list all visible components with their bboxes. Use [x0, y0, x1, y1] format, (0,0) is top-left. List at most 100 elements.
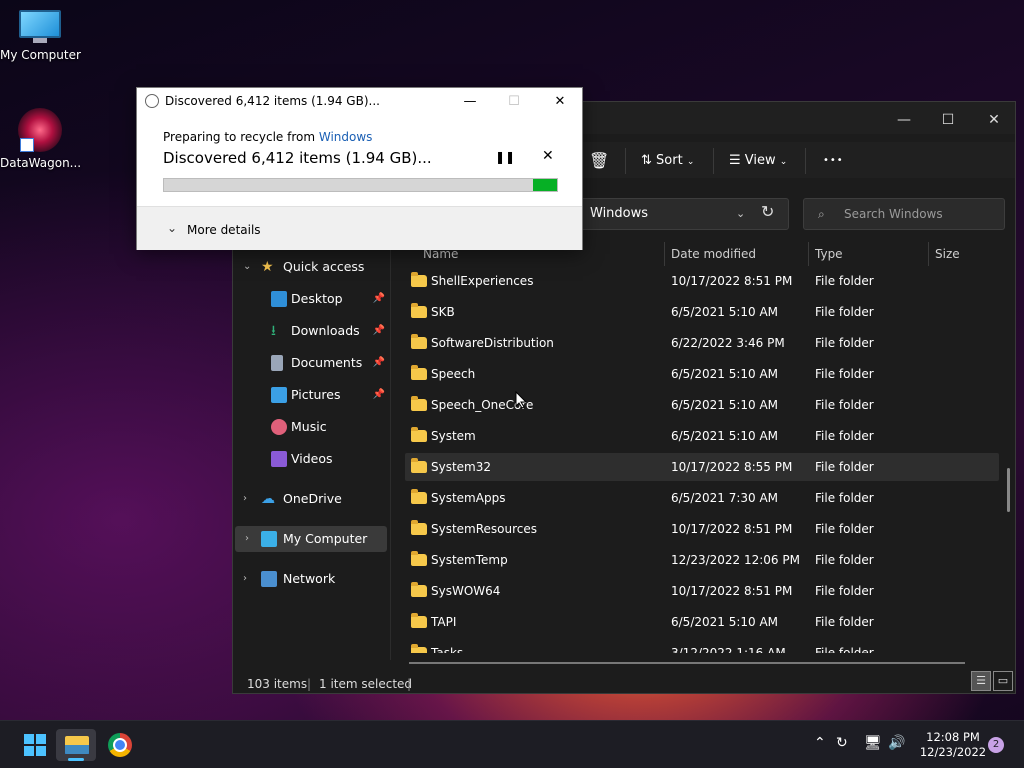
taskbar-clock[interactable]: 12:08 PM 12/23/2022: [918, 730, 988, 760]
file-type: File folder: [815, 615, 874, 629]
nav-item-documents[interactable]: Documents 📌: [233, 350, 389, 376]
table-row[interactable]: SoftwareDistribution 6/22/2022 3:46 PM Fil…: [405, 329, 999, 357]
search-icon: ⌕: [818, 207, 825, 221]
table-row[interactable]: System32 10/17/2022 8:55 PM File folder: [405, 453, 999, 481]
nav-item-downloads[interactable]: ⭳ Downloads 📌: [233, 318, 389, 344]
date-modified: 6/5/2021 5:10 AM: [671, 305, 779, 319]
status-bar: 103 items | 1 item selected |: [233, 674, 1015, 694]
toolbar-divider: [805, 148, 806, 174]
taskbar-chrome[interactable]: [100, 729, 140, 761]
folder-icon: [411, 427, 427, 442]
desktop-icon-my-computer[interactable]: My Computer: [0, 10, 81, 62]
dialog-close-button[interactable]: ✕: [545, 92, 575, 112]
table-row[interactable]: System 6/5/2021 5:10 AM File folder: [405, 422, 999, 450]
pictures-icon: [271, 387, 287, 403]
column-header-size[interactable]: Size: [935, 242, 960, 266]
table-row[interactable]: SystemResources 10/17/2022 8:51 PM File fo…: [405, 515, 999, 543]
table-row[interactable]: Speech 6/5/2021 5:10 AM File folder: [405, 360, 999, 388]
status-divider: |: [307, 677, 312, 691]
date-modified: 6/5/2021 5:10 AM: [671, 429, 779, 443]
pin-icon[interactable]: 📌: [373, 382, 385, 408]
view-button[interactable]: ☰ View ⌄: [729, 150, 787, 172]
item-count: 103 items: [247, 677, 308, 691]
sync-icon[interactable]: ↻: [836, 735, 848, 751]
search-input[interactable]: ⌕ Search Windows: [803, 198, 1005, 230]
nav-item-network[interactable]: › Network: [233, 566, 389, 592]
nav-item-music[interactable]: Music: [233, 414, 389, 440]
maximize-button[interactable]: ☐: [925, 108, 971, 132]
notification-badge[interactable]: 2: [988, 737, 1004, 753]
column-header-date[interactable]: Date modified: [671, 242, 756, 266]
status-divider: |: [407, 677, 412, 691]
column-divider[interactable]: [928, 242, 929, 266]
pin-icon[interactable]: 📌: [373, 318, 385, 344]
table-row[interactable]: SystemApps 6/5/2021 7:30 AM File folder: [405, 484, 999, 512]
chevron-right-icon: ›: [243, 573, 247, 584]
column-header-type[interactable]: Type: [815, 242, 843, 266]
computer-icon: [261, 531, 277, 547]
chevron-up-icon[interactable]: ⌃: [814, 735, 826, 751]
start-button[interactable]: [12, 729, 52, 761]
more-options-button[interactable]: •••: [823, 150, 844, 172]
horizontal-scrollbar[interactable]: [409, 662, 965, 664]
nav-item-my-computer[interactable]: › My Computer: [235, 526, 387, 552]
details-view-button[interactable]: ☰: [971, 671, 991, 691]
file-type: File folder: [815, 336, 874, 350]
table-row[interactable]: TAPI 6/5/2021 5:10 AM File folder: [405, 608, 999, 636]
nav-label: My Computer: [283, 531, 368, 546]
windows-logo-icon: [24, 734, 46, 756]
address-dropdown-icon[interactable]: ⌄: [736, 199, 745, 229]
dialog-minimize-button[interactable]: —: [455, 92, 485, 112]
cancel-button[interactable]: ✕: [542, 148, 554, 164]
table-row[interactable]: ShellExperiences 10/17/2022 8:51 PM File f…: [405, 267, 999, 295]
nav-label: Quick access: [283, 259, 365, 274]
view-icon: ☰: [729, 153, 741, 168]
more-details-button[interactable]: More details: [187, 223, 261, 237]
tiles-view-button[interactable]: ▭: [993, 671, 1013, 691]
network-icon[interactable]: 🖥: [864, 735, 882, 751]
nav-item-desktop[interactable]: Desktop 📌: [233, 286, 389, 312]
date-modified: 6/5/2021 5:10 AM: [671, 398, 779, 412]
recycle-progress-dialog: Discovered 6,412 items (1.94 GB)... — ☐ …: [136, 87, 583, 250]
active-indicator: [68, 758, 84, 761]
pin-icon[interactable]: 📌: [373, 350, 385, 376]
vertical-scrollbar[interactable]: [1007, 468, 1010, 512]
table-row[interactable]: Tasks 3/12/2022 1:16 AM File folder: [405, 639, 999, 653]
progress-fill: [164, 179, 534, 191]
dialog-titlebar[interactable]: Discovered 6,412 items (1.94 GB)... — ☐ …: [137, 88, 582, 116]
desktop-icon-datawagon[interactable]: DataWagon...: [0, 108, 81, 170]
minimize-button[interactable]: —: [881, 108, 927, 132]
folder-icon: [411, 613, 427, 628]
volume-icon[interactable]: 🔊: [888, 735, 905, 751]
nav-label: Network: [283, 571, 336, 586]
nav-item-onedrive[interactable]: › ☁ OneDrive: [233, 486, 389, 512]
pause-button[interactable]: ❚❚: [495, 150, 515, 164]
sort-label: Sort: [656, 153, 683, 168]
delete-button[interactable]: 🗑: [589, 150, 609, 172]
taskbar-file-explorer[interactable]: [56, 729, 96, 761]
dialog-body: Preparing to recycle from Windows Discov…: [137, 116, 582, 206]
address-bar[interactable]: ) › Windows ⌄: [559, 198, 789, 230]
refresh-icon[interactable]: ↻: [761, 202, 774, 221]
table-row[interactable]: SysWOW64 10/17/2022 8:51 PM File folder: [405, 577, 999, 605]
table-row[interactable]: SystemTemp 12/23/2022 12:06 PM File folder: [405, 546, 999, 574]
source-link[interactable]: Windows: [319, 130, 373, 144]
close-button[interactable]: ✕: [971, 108, 1017, 132]
table-row[interactable]: Speech_OneCore 6/5/2021 5:10 AM File folde…: [405, 391, 999, 419]
selected-count: 1 item selected: [319, 677, 413, 691]
nav-item-videos[interactable]: Videos: [233, 446, 389, 472]
date-modified: 6/5/2021 5:10 AM: [671, 615, 779, 629]
details-view-icon: ☰: [976, 674, 986, 687]
chevron-down-icon: ⌄: [243, 261, 252, 272]
sort-button[interactable]: ⇅ Sort ⌄: [641, 150, 694, 172]
table-row[interactable]: SKB 6/5/2021 5:10 AM File folder: [405, 298, 999, 326]
column-divider[interactable]: [808, 242, 809, 266]
nav-label: Music: [291, 419, 327, 434]
column-divider[interactable]: [664, 242, 665, 266]
nav-item-pictures[interactable]: Pictures 📌: [233, 382, 389, 408]
date-modified: 10/17/2022 8:51 PM: [671, 274, 793, 288]
pin-icon[interactable]: 📌: [373, 286, 385, 312]
file-type: File folder: [815, 491, 874, 505]
file-type: File folder: [815, 429, 874, 443]
nav-quick-access[interactable]: ⌄ ★ Quick access: [233, 254, 389, 280]
